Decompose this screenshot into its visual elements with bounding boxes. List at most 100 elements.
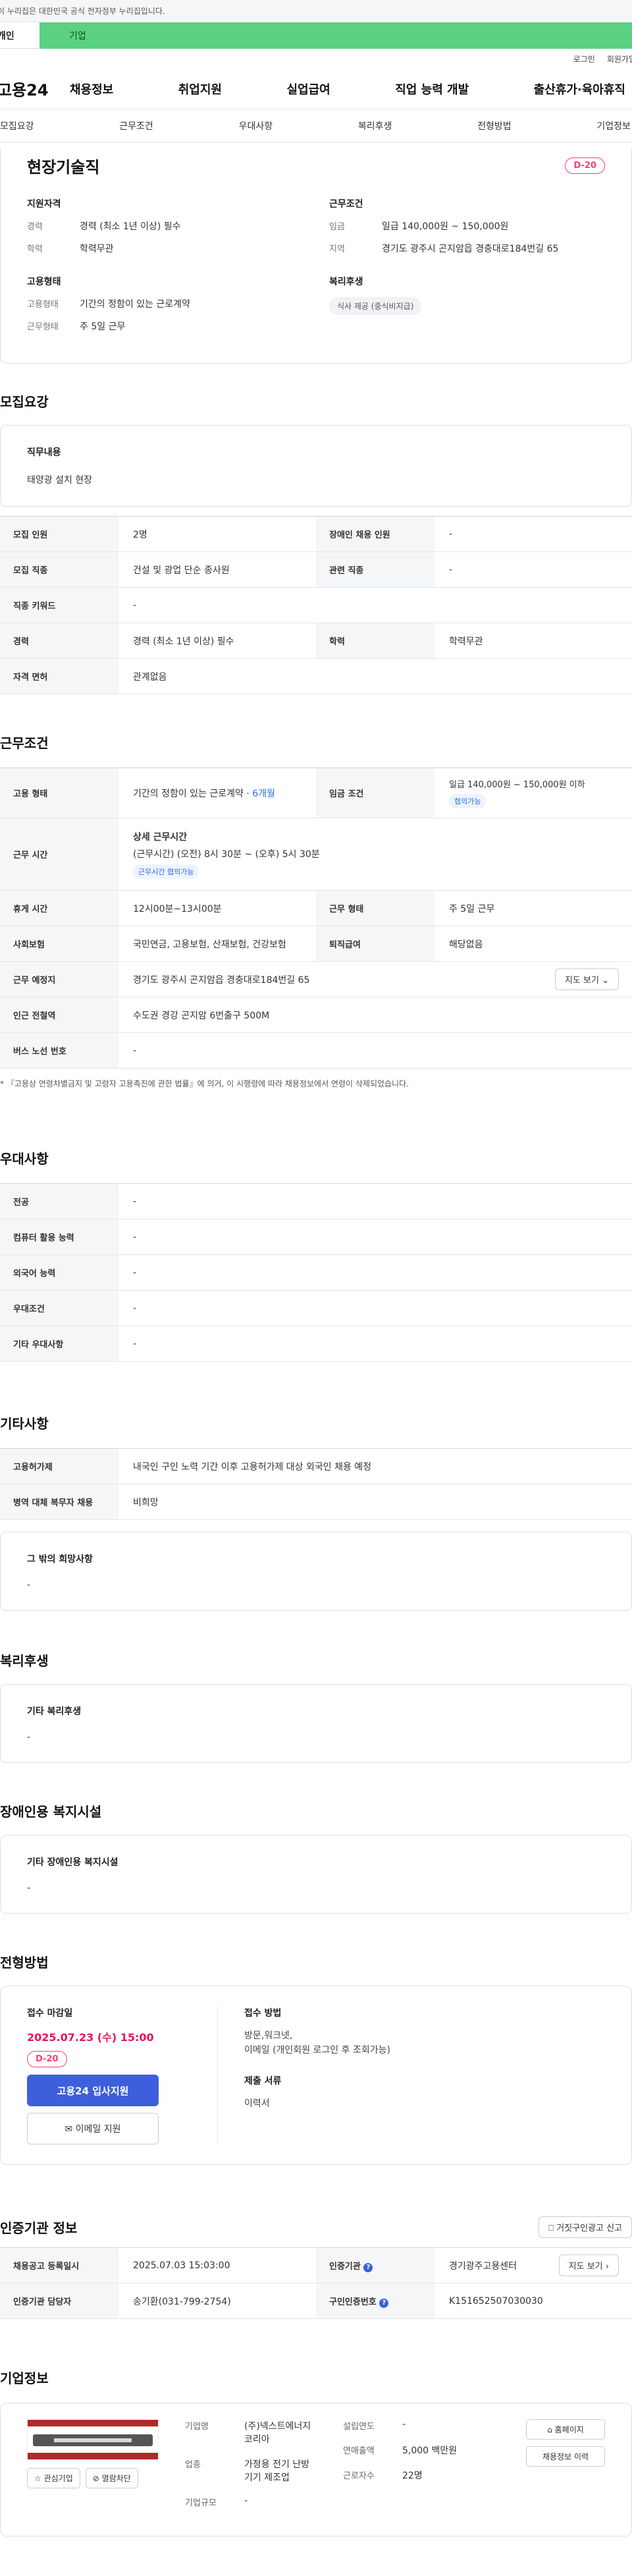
row-value: 경기광주고용센터 지도 보기 › <box>434 2247 632 2283</box>
star-icon: ☆ <box>34 2474 41 2483</box>
table-row: 고용허가제 내국인 구인 노력 기간 이후 고용허가제 대상 외국인 채용 예정 <box>0 1448 632 1484</box>
industry-line2: 기기 제조업 <box>244 2473 290 2483</box>
row-label: 휴게 시간 <box>0 890 118 926</box>
other-wish-value: - <box>27 1580 31 1590</box>
apply-button[interactable]: 고용24 입사지원 <box>27 2075 159 2106</box>
work-time-title: 상세 근무시간 <box>133 831 188 843</box>
site-logo[interactable]: 고용24 <box>0 77 70 100</box>
personal-tab[interactable]: 개인 <box>0 22 40 49</box>
menu-employment-support[interactable]: 취업지원 <box>178 80 222 98</box>
row-label: 우대조건 <box>0 1290 118 1326</box>
row-value: - <box>118 1032 632 1069</box>
docs-text: 이력서 <box>244 2098 270 2109</box>
work-table: 고용 형태 기간의 정함이 있는 근로계약 · 6개월 임금 조건 일급 140… <box>0 768 632 1069</box>
auth-table: 채용공고 등록일시 2025.07.03 15:03:00 인증기관 ? 경기광… <box>0 2247 632 2319</box>
info-icon[interactable]: ? <box>363 2262 373 2272</box>
tab-welfare[interactable]: 복리후생 <box>358 119 392 132</box>
org-label-text: 인증기관 <box>329 2261 361 2272</box>
row-value: 학력무관 <box>434 623 632 659</box>
wage-value: 일급 140,000원 ~ 150,000원 <box>382 221 509 232</box>
row-label: 자격 면허 <box>0 658 118 694</box>
homepage-button[interactable]: ⌂ 홈페이지 <box>526 2419 605 2440</box>
table-row: 버스 노선 번호 - <box>0 1032 632 1069</box>
block-icon: ⊘ <box>92 2474 99 2483</box>
row-label: 임금 조건 <box>316 768 434 818</box>
org-map-button[interactable]: 지도 보기 › <box>558 2254 619 2276</box>
map-view-button[interactable]: 지도 보기 ⌄ <box>554 968 619 990</box>
table-row: 외국어 능력 - <box>0 1254 632 1291</box>
menu-vocational-training[interactable]: 직업 능력 개발 <box>395 80 469 98</box>
row-value: 2명 <box>118 516 316 552</box>
job-summary-card: 현장기술직 D-20 지원자격 경력 경력 (최소 1년 이상) 필수 학력 학력무… <box>0 148 632 364</box>
docs-title: 제출 서류 <box>244 2075 282 2086</box>
facility-value: - <box>27 1883 31 1893</box>
login-link[interactable]: 로그인 <box>573 53 595 65</box>
sales-value: 5,000 백만원 <box>402 2446 458 2456</box>
deadline-value: 2025.07.23 (수) 15:00 <box>27 2031 154 2044</box>
region-label: 지역 <box>329 244 345 254</box>
row-value: 해당없음 <box>434 926 632 962</box>
block-view-button[interactable]: ⊘ 열람차단 <box>85 2468 138 2488</box>
menu-parental-leave[interactable]: 출산휴가·육아휴직 <box>534 80 625 98</box>
tab-company[interactable]: 기업정보 <box>596 119 631 132</box>
recruit-table: 모집 인원 2명 장애인 채용 인원 - 모집 직종 건설 및 광업 단순 종사… <box>0 516 632 694</box>
row-value: - <box>118 1290 632 1326</box>
work-section: 근무조건 고용 형태 기간의 정함이 있는 근로계약 · 6개월 임금 조건 일… <box>0 733 632 1089</box>
table-row: 휴게 시간 12시00분~13시00분 근무 형태 주 5일 근무 <box>0 890 632 926</box>
tab-recruit[interactable]: 모집요강 <box>0 119 34 132</box>
company-heading: 기업정보 <box>0 2370 49 2386</box>
wage-text: 일급 140,000원 ~ 150,000원 이하 <box>449 780 585 790</box>
region-value: 경기도 광주시 곤지암읍 경충대로184번길 65 <box>382 244 559 254</box>
sales-label: 연매출액 <box>343 2446 375 2456</box>
table-row: 전공 - <box>0 1183 632 1219</box>
qualification-block: 지원자격 경력 경력 (최소 1년 이상) 필수 학력 학력무관 <box>27 197 303 255</box>
hiring-history-button[interactable]: 채용정보 이력 <box>526 2446 605 2467</box>
work-heading: 근무조건 <box>0 735 49 751</box>
auth-heading: 인증기관 정보 <box>0 2220 78 2236</box>
org-map-label: 지도 보기 <box>568 2262 603 2272</box>
tab-preference[interactable]: 우대사항 <box>239 119 273 132</box>
recruit-section: 모집요강 직무내용 태양광 설치 현장 모집 인원 2명 장애인 채용 인원 -… <box>0 391 632 694</box>
company-name-line1: (주)넥스트에너지 <box>244 2421 311 2432</box>
industry-label: 업종 <box>185 2460 201 2470</box>
row-value: - <box>118 1326 632 1362</box>
menu-jobs[interactable]: 채용정보 <box>70 80 113 98</box>
work-time-chip: 근무시간 협의가능 <box>133 864 199 879</box>
founded-label: 설립연도 <box>343 2422 375 2432</box>
interest-company-button[interactable]: ☆ 관심기업 <box>27 2468 80 2488</box>
education-label: 학력 <box>27 244 43 254</box>
row-value: - <box>118 1183 632 1219</box>
tab-selection[interactable]: 전형방법 <box>477 119 512 132</box>
table-row: 채용공고 등록일시 2025.07.03 15:03:00 인증기관 ? 경기광… <box>0 2247 632 2283</box>
signup-link[interactable]: 회원가입 <box>607 53 632 65</box>
age-note: * 『고용상 연령차별금지 및 고령자 고용촉진에 관한 법률』에 의거, 이 … <box>0 1079 409 1088</box>
row-value: 내국인 구인 노력 기간 이후 고용허가제 대상 외국인 채용 예정 <box>118 1448 632 1484</box>
selection-section: 전형방법 접수 마감일 2025.07.23 (수) 15:00 D-20 고용… <box>0 1952 632 2165</box>
duty-card: 직무내용 태양광 설치 현장 <box>0 425 632 507</box>
row-value: 상세 근무시간 (근무시간) (오전) 8시 30분 ~ (오후) 5시 30분… <box>118 818 632 891</box>
contract-months: 6개월 <box>252 788 275 799</box>
report-fake-ad-button[interactable]: ⎕ 거짓구인광고 신고 <box>539 2216 632 2238</box>
recruit-heading: 모집요강 <box>0 394 49 410</box>
industry-line1: 가정용 전기 난방 <box>244 2459 310 2470</box>
row-value: 2025.07.03 15:03:00 <box>118 2247 316 2283</box>
table-row: 자격 면허 관계없음 <box>0 658 632 694</box>
table-row: 모집 인원 2명 장애인 채용 인원 - <box>0 516 632 552</box>
interest-label: 관심기업 <box>43 2474 73 2483</box>
table-row: 경력 경력 (최소 1년 이상) 필수 학력 학력무관 <box>0 623 632 659</box>
menu-unemployment-benefit[interactable]: 실업급여 <box>287 80 330 98</box>
info-icon[interactable]: ? <box>379 2298 389 2308</box>
employment-type-label: 고용형태 <box>27 300 59 310</box>
size-value: - <box>244 2496 248 2506</box>
gov-banner-text: 이 누리집은 대한민국 공식 전자정부 누리집입니다. <box>0 7 165 16</box>
welfare-chip: 식사 제공 (중식비지급) <box>329 297 422 315</box>
email-apply-button[interactable]: ✉ 이메일 지원 <box>27 2113 159 2144</box>
row-value: - <box>434 516 632 552</box>
map-view-label: 지도 보기 <box>564 976 599 986</box>
corporate-tab[interactable]: 기업 <box>40 22 632 49</box>
row-label: 직종 키워드 <box>0 587 118 623</box>
tab-work-conditions[interactable]: 근무조건 <box>119 119 153 132</box>
row-label: 인근 전철역 <box>0 997 118 1033</box>
apply-card: 접수 마감일 2025.07.23 (수) 15:00 D-20 고용24 입사… <box>0 1986 632 2165</box>
report-icon: ⎕ <box>548 2224 554 2233</box>
